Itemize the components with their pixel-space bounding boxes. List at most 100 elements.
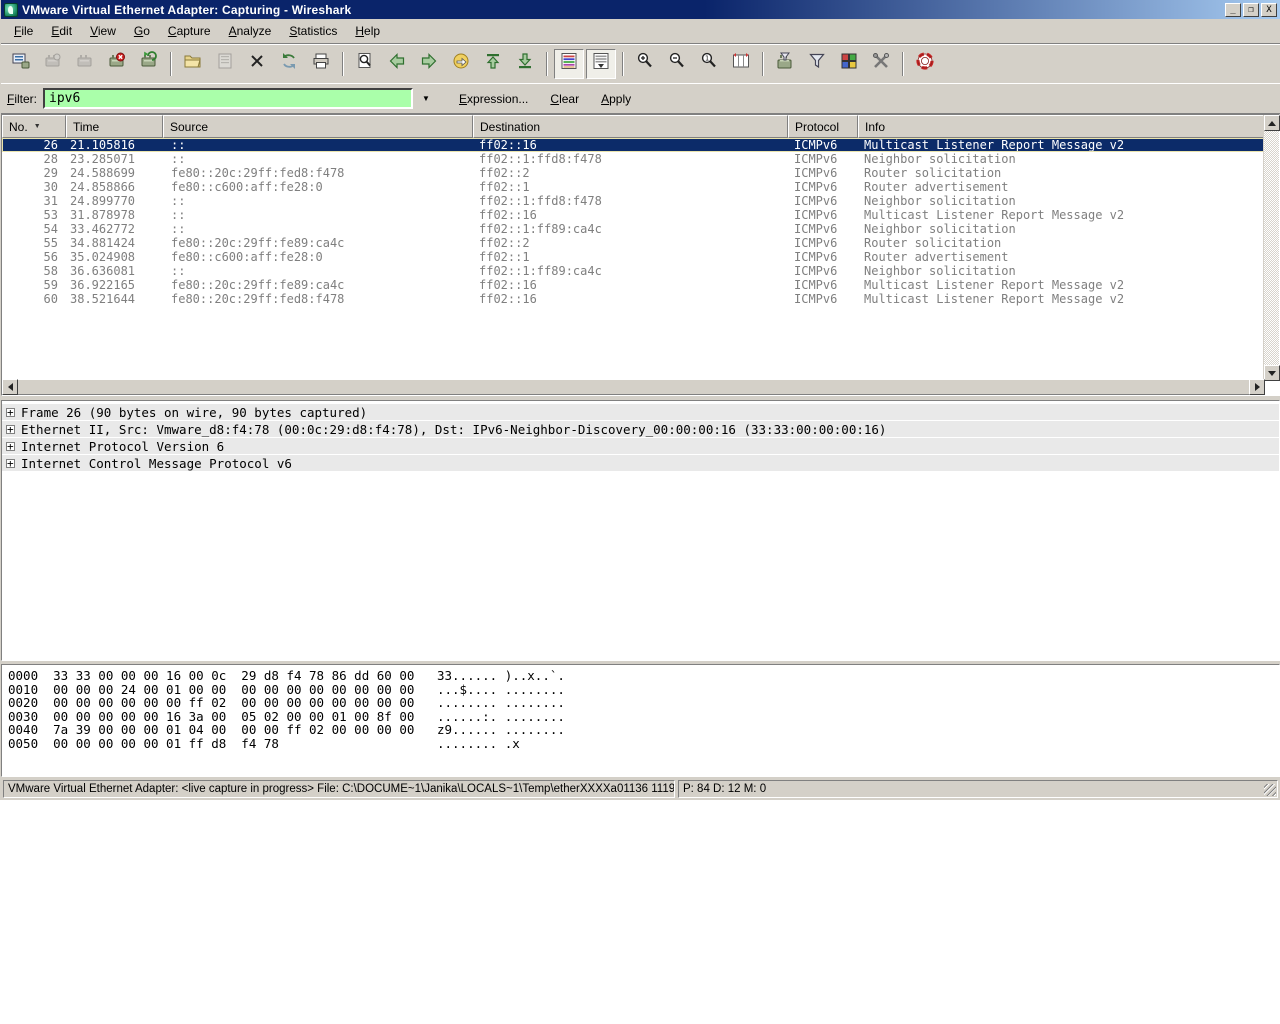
- hex-line[interactable]: 0040 7a 39 00 00 00 01 04 00 00 00 ff 02…: [8, 723, 1279, 737]
- packet-row[interactable]: 2924.588699fe80::20c:29ff:fed8:f478ff02:…: [2, 166, 1265, 180]
- expand-icon[interactable]: [6, 459, 15, 468]
- save-file-button[interactable]: [210, 49, 240, 79]
- zoom-in-button[interactable]: [630, 49, 660, 79]
- packet-row[interactable]: 5635.024908fe80::c600:aff:fe28:0ff02::1I…: [2, 250, 1265, 264]
- hex-dump-pane: 0000 33 33 00 00 00 16 00 0c 29 d8 f4 78…: [1, 664, 1280, 777]
- packet-row[interactable]: 5331.878978::ff02::16ICMPv6Multicast Lis…: [2, 208, 1265, 222]
- close-file-button[interactable]: [242, 49, 272, 79]
- hex-line[interactable]: 0050 00 00 00 00 00 01 ff d8 f4 78 .....…: [8, 737, 1279, 751]
- horizontal-scroll-track[interactable]: [18, 379, 1249, 395]
- scroll-down-icon[interactable]: [1264, 365, 1280, 381]
- go-back-button[interactable]: [382, 49, 412, 79]
- detail-tree-row[interactable]: Frame 26 (90 bytes on wire, 90 bytes cap…: [2, 404, 1279, 420]
- restart-capture-button[interactable]: [134, 49, 164, 79]
- resize-grip[interactable]: [1264, 784, 1276, 796]
- packet-rows: 2621.105816::ff02::16ICMPv6Multicast Lis…: [2, 138, 1265, 395]
- toolbar-separator: [546, 52, 548, 76]
- window-title: VMware Virtual Ethernet Adapter: Capturi…: [22, 3, 351, 17]
- packet-row[interactable]: 6038.521644fe80::20c:29ff:fed8:f478ff02:…: [2, 292, 1265, 306]
- list-interfaces-icon: [11, 51, 31, 76]
- packet-row[interactable]: 5836.636081::ff02::1:ff89:ca4cICMPv6Neig…: [2, 264, 1265, 278]
- scroll-right-icon[interactable]: [1249, 379, 1265, 395]
- expand-icon[interactable]: [6, 408, 15, 417]
- hex-line[interactable]: 0030 00 00 00 00 00 16 3a 00 05 02 00 00…: [8, 710, 1279, 724]
- column-header-protocol[interactable]: Protocol: [788, 115, 858, 138]
- menu-help[interactable]: Help: [346, 21, 389, 41]
- auto-scroll-button[interactable]: [586, 49, 616, 79]
- menu-go[interactable]: Go: [125, 21, 159, 41]
- preferences-button[interactable]: [866, 49, 896, 79]
- packet-list-horizontal-scrollbar[interactable]: [2, 379, 1265, 395]
- hex-line[interactable]: 0010 00 00 00 24 00 01 00 00 00 00 00 00…: [8, 683, 1279, 697]
- coloring-rules-button[interactable]: [834, 49, 864, 79]
- packet-row[interactable]: 5936.922165fe80::20c:29ff:fe89:ca4cff02:…: [2, 278, 1265, 292]
- column-header-no[interactable]: No.▼: [2, 115, 66, 138]
- restore-button[interactable]: ❐: [1243, 3, 1259, 17]
- colorize-button[interactable]: [554, 49, 584, 79]
- stop-capture-button[interactable]: [102, 49, 132, 79]
- zoom-out-icon: [667, 51, 687, 76]
- help-button[interactable]: [910, 49, 940, 79]
- filter-input[interactable]: [43, 88, 413, 109]
- clear-button[interactable]: Clear: [542, 90, 587, 108]
- scroll-up-icon[interactable]: [1264, 115, 1280, 131]
- capture-options-button[interactable]: [38, 49, 68, 79]
- go-forward-button[interactable]: [414, 49, 444, 79]
- packet-row[interactable]: 5433.462772::ff02::1:ff89:ca4cICMPv6Neig…: [2, 222, 1265, 236]
- capture-filters-button[interactable]: [770, 49, 800, 79]
- menu-file[interactable]: File: [5, 21, 42, 41]
- zoom-out-button[interactable]: [662, 49, 692, 79]
- minimize-button[interactable]: _: [1225, 3, 1241, 17]
- column-header-info[interactable]: Info: [858, 115, 1265, 138]
- go-to-packet-button[interactable]: [446, 49, 476, 79]
- open-file-button[interactable]: [178, 49, 208, 79]
- status-packet-counts: P: 84 D: 12 M: 0: [678, 780, 1278, 798]
- packet-row[interactable]: 2823.285071::ff02::1:ffd8:f478ICMPv6Neig…: [2, 152, 1265, 166]
- expand-icon[interactable]: [6, 425, 15, 434]
- expand-icon[interactable]: [6, 442, 15, 451]
- hex-line[interactable]: 0000 33 33 00 00 00 16 00 0c 29 d8 f4 78…: [8, 669, 1279, 683]
- print-button[interactable]: [306, 49, 336, 79]
- column-header-time[interactable]: Time: [66, 115, 163, 138]
- expression-button[interactable]: Expression...: [451, 90, 536, 108]
- menu-analyze[interactable]: Analyze: [220, 21, 281, 41]
- resize-columns-button[interactable]: [726, 49, 756, 79]
- menu-edit[interactable]: Edit: [42, 21, 81, 41]
- packet-details-pane: Frame 26 (90 bytes on wire, 90 bytes cap…: [1, 400, 1280, 661]
- packet-list-vertical-scrollbar[interactable]: [1263, 115, 1279, 381]
- close-button[interactable]: X: [1261, 3, 1277, 17]
- wireshark-window: VMware Virtual Ethernet Adapter: Capturi…: [0, 0, 1280, 800]
- display-filters-button[interactable]: [802, 49, 832, 79]
- svg-text:1: 1: [705, 55, 709, 63]
- stop-capture-icon: [107, 51, 127, 76]
- start-capture-button[interactable]: [70, 49, 100, 79]
- zoom-100-button[interactable]: 1: [694, 49, 724, 79]
- go-to-bottom-button[interactable]: [510, 49, 540, 79]
- reload-button[interactable]: [274, 49, 304, 79]
- packet-row[interactable]: 2621.105816::ff02::16ICMPv6Multicast Lis…: [2, 138, 1265, 152]
- menu-view[interactable]: View: [81, 21, 125, 41]
- packet-row[interactable]: 3024.858866fe80::c600:aff:fe28:0ff02::1I…: [2, 180, 1265, 194]
- find-packet-button[interactable]: [350, 49, 380, 79]
- list-interfaces-button[interactable]: [6, 49, 36, 79]
- menu-statistics[interactable]: Statistics: [280, 21, 346, 41]
- packet-row[interactable]: 3124.899770::ff02::1:ffd8:f478ICMPv6Neig…: [2, 194, 1265, 208]
- column-header-source[interactable]: Source: [163, 115, 473, 138]
- status-capture-info: VMware Virtual Ethernet Adapter: <live c…: [3, 780, 675, 798]
- go-to-packet-icon: [451, 51, 471, 76]
- detail-tree-row[interactable]: Internet Control Message Protocol v6: [2, 455, 1279, 471]
- scroll-left-icon[interactable]: [2, 379, 18, 395]
- apply-button[interactable]: Apply: [593, 90, 639, 108]
- filter-dropdown-icon[interactable]: ▼: [419, 91, 433, 107]
- hex-line[interactable]: 0020 00 00 00 00 00 00 ff 02 00 00 00 00…: [8, 696, 1279, 710]
- detail-tree-row[interactable]: Ethernet II, Src: Vmware_d8:f4:78 (00:0c…: [2, 421, 1279, 437]
- menu-capture[interactable]: Capture: [159, 21, 220, 41]
- packet-row[interactable]: 5534.881424fe80::20c:29ff:fe89:ca4cff02:…: [2, 236, 1265, 250]
- go-to-top-button[interactable]: [478, 49, 508, 79]
- go-to-top-icon: [483, 51, 503, 76]
- column-header-destination[interactable]: Destination: [473, 115, 788, 138]
- detail-tree-row[interactable]: Internet Protocol Version 6: [2, 438, 1279, 454]
- resize-columns-icon: [731, 51, 751, 76]
- auto-scroll-icon: [591, 51, 611, 76]
- go-back-icon: [387, 51, 407, 76]
